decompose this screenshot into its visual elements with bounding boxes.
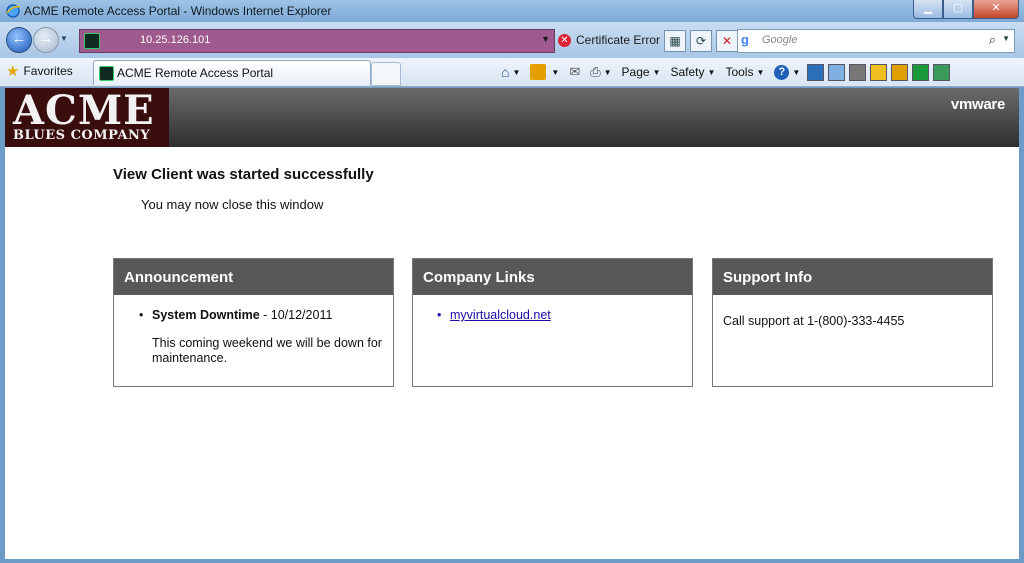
announcement-text: This coming weekend we will be down for … xyxy=(152,336,382,365)
acme-logo: ACME BLUES COMPANY xyxy=(5,88,169,147)
forward-arrow-icon: → xyxy=(38,30,54,47)
addon-icon-6[interactable] xyxy=(912,63,930,81)
announcement-title: Announcement xyxy=(114,259,393,295)
tab-label: ACME Remote Access Portal xyxy=(117,66,274,80)
back-button[interactable]: ← xyxy=(6,27,32,53)
ie-logo-icon xyxy=(6,4,21,18)
search-box[interactable]: g Google ⌕ ▼ xyxy=(737,29,1015,53)
company-links-title: Company Links xyxy=(413,259,692,295)
search-icon[interactable]: ⌕ xyxy=(989,32,996,48)
announcement-item: System Downtime - 10/12/2011 xyxy=(139,308,333,322)
print-icon: ⎙ xyxy=(590,64,601,79)
minimize-button[interactable]: ▁ xyxy=(913,0,943,19)
help-button[interactable]: ? ▼ xyxy=(770,62,804,82)
mail-button[interactable]: ✉ xyxy=(565,62,584,82)
page-menu-label: Page xyxy=(621,65,650,79)
safety-menu[interactable]: Safety ▼ xyxy=(667,62,720,82)
addon-icon-2[interactable] xyxy=(828,63,846,81)
mail-icon: ✉ xyxy=(569,64,581,79)
page-menu[interactable]: Page ▼ xyxy=(618,62,665,82)
print-button[interactable]: ⎙ ▼ xyxy=(586,62,615,82)
announcement-panel: Announcement System Downtime - 10/12/201… xyxy=(113,258,394,387)
history-dropdown-icon[interactable]: ▼ xyxy=(60,34,68,43)
close-window-message: You may now close this window xyxy=(141,197,324,212)
maximize-button[interactable]: ▢ xyxy=(943,0,973,19)
forward-button[interactable]: → xyxy=(33,27,59,53)
new-tab-button[interactable] xyxy=(371,62,401,86)
announcement-item-date: - 10/12/2011 xyxy=(259,308,333,322)
announcement-item-title: System Downtime xyxy=(152,308,260,322)
support-info-panel: Support Info Call support at 1-(800)-333… xyxy=(712,258,993,387)
page-title: View Client was started successfully xyxy=(113,166,374,183)
company-link[interactable]: myvirtualcloud.net xyxy=(437,308,551,322)
certificate-error-label: Certificate Error xyxy=(576,33,661,47)
star-icon: ★ xyxy=(6,63,20,80)
vmware-logo: vmware xyxy=(950,96,1005,113)
address-dropdown-icon[interactable]: ▼ xyxy=(541,34,550,44)
site-favicon-icon xyxy=(84,33,100,49)
back-arrow-icon: ← xyxy=(11,30,27,47)
tools-menu-label: Tools xyxy=(725,65,754,79)
logo-company-text: BLUES COMPANY xyxy=(13,128,151,143)
portal-header: ACME BLUES COMPANY vmware xyxy=(5,88,1019,147)
search-placeholder[interactable]: Google xyxy=(762,34,797,46)
tools-menu[interactable]: Tools ▼ xyxy=(721,62,768,82)
home-icon: ⌂ xyxy=(501,64,510,80)
google-icon: g xyxy=(741,32,749,47)
search-dropdown-icon[interactable]: ▼ xyxy=(1002,34,1010,43)
addon-icon-3[interactable] xyxy=(849,63,867,81)
tab-favicon-icon xyxy=(99,66,114,81)
company-links-panel: Company Links myvirtualcloud.net xyxy=(412,258,693,387)
close-button[interactable]: ✕ xyxy=(973,0,1019,19)
addon-icon-5[interactable] xyxy=(891,63,909,81)
rss-icon xyxy=(530,64,547,80)
addon-icon-4[interactable] xyxy=(870,63,888,81)
command-bar: ⌂ ▼ ▼ ✉ ⎙ ▼ Page ▼ Safety ▼ Tools ▼ ? ▼ xyxy=(497,62,951,82)
safety-menu-label: Safety xyxy=(670,65,705,79)
refresh-icon[interactable]: ⟳ xyxy=(690,30,712,52)
feeds-button[interactable]: ▼ xyxy=(526,62,563,82)
compatibility-view-icon[interactable]: ▦ xyxy=(664,30,686,52)
title-bar: ACME Remote Access Portal - Windows Inte… xyxy=(0,0,1024,22)
home-button[interactable]: ⌂ ▼ xyxy=(497,62,524,82)
help-icon: ? xyxy=(774,64,790,80)
address-bar[interactable]: 10.25.126.101 ▼ xyxy=(79,29,555,53)
favorites-label: Favorites xyxy=(23,64,73,78)
address-url[interactable]: 10.25.126.101 xyxy=(140,34,210,46)
addon-icon-1[interactable] xyxy=(807,63,825,81)
page-content: ACME BLUES COMPANY vmware View Client wa… xyxy=(5,88,1019,559)
stop-icon[interactable]: ✕ xyxy=(716,30,738,52)
favorites-button[interactable]: ★ Favorites xyxy=(6,62,73,80)
tab-acme-portal[interactable]: ACME Remote Access Portal xyxy=(93,60,371,85)
addon-icon-7[interactable] xyxy=(933,63,951,81)
error-x-icon: ✕ xyxy=(558,33,571,47)
certificate-error-button[interactable]: ✕ Certificate Error xyxy=(558,29,660,51)
browser-window: ACME Remote Access Portal - Windows Inte… xyxy=(0,0,1024,563)
support-text: Call support at 1-(800)-333-4455 xyxy=(723,314,905,328)
support-info-title: Support Info xyxy=(713,259,992,295)
window-title: ACME Remote Access Portal - Windows Inte… xyxy=(24,4,332,18)
